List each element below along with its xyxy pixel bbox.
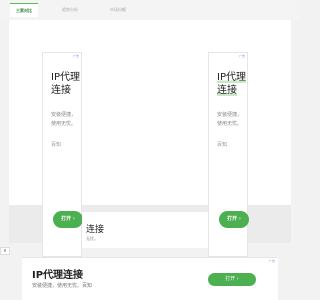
ad-title-line1: IP代理 [51, 72, 80, 83]
banner-ad-badge: 广告 [268, 259, 275, 263]
mid-card-fragment-desc: 无忧。 [86, 236, 98, 241]
ad-open-button[interactable]: 打开 › [53, 211, 83, 228]
ad-brand: 百知 [51, 142, 62, 148]
tab-market-share[interactable]: 市场份额 [104, 3, 132, 17]
ad-title: IP代理 连接 [217, 71, 251, 97]
ad-badge: 广告 [238, 54, 245, 58]
ad-badge: 广告 [72, 54, 79, 58]
chevron-down-icon[interactable]: ∨ [0, 247, 10, 255]
ad-desc-line2: 使用无忧。 [51, 121, 77, 127]
ad-description: 安装便捷， 使用无忧。 [217, 111, 251, 129]
ad-open-button[interactable]: 打开 › [219, 211, 249, 228]
banner-description: 安装便捷，使用无忧。百知 [32, 283, 93, 289]
ad-desc-line1: 安装便捷， [217, 112, 243, 118]
ad-title-line1: IP代理 [217, 72, 246, 83]
mid-ad-card[interactable]: 连接 无忧。 [82, 212, 208, 248]
ad-title: IP代理 连接 [51, 71, 85, 97]
ad-title-line2: 连接 [51, 85, 71, 96]
bottom-banner-ad[interactable]: 广告 IP代理连接 安装便捷，使用无忧。百知 打开 › [22, 257, 278, 300]
tab-trend[interactable]: 趋势分析 [56, 3, 84, 17]
ad-desc-line2: 使用无忧。 [217, 121, 243, 127]
banner-open-button[interactable]: 打开 › [208, 273, 256, 286]
tab-bar: 三家对比 趋势分析 市场份额 [0, 0, 300, 20]
ad-description: 安装便捷， 使用无忧。 [51, 111, 85, 129]
mid-card-fragment: 连接 [86, 225, 105, 235]
tab-comparison[interactable]: 三家对比 [10, 3, 38, 17]
ad-desc-line1: 安装便捷， [51, 112, 77, 118]
ad-title-line2: 连接 [217, 85, 237, 96]
side-ad-right[interactable]: 广告 IP代理 连接 安装便捷， 使用无忧。 百知 打开 › [208, 52, 251, 257]
banner-title: IP代理连接 [32, 270, 84, 281]
ad-brand: 百知 [217, 142, 228, 148]
side-ad-left[interactable]: 广告 IP代理 连接 安装便捷， 使用无忧。 百知 打开 › [42, 52, 85, 257]
